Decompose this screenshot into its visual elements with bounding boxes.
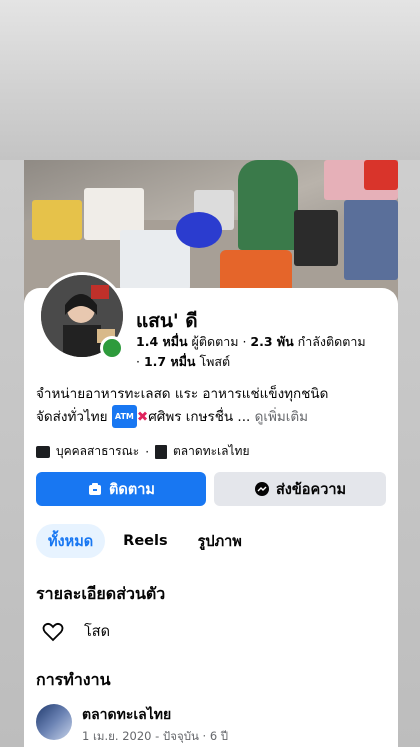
posts-label: โพสต์: [199, 354, 231, 369]
follow-icon: [89, 483, 102, 495]
message-label: ส่งข้อความ: [275, 481, 347, 498]
profile-bio: จำหน่ายอาหารทะเลสด แระ อาหารแช่แข็งทุกชน…: [36, 384, 388, 428]
work-company: ตลาดทะเลไทย: [82, 707, 172, 723]
work-title: การทำงาน: [36, 670, 111, 689]
relationship-status: โสด: [84, 624, 111, 640]
profile-card: แสน' ดี 1.4 หมื่น ผู้ติดตาม · 2.3 พัน กำ…: [24, 160, 398, 747]
follow-label: ติดตาม: [109, 481, 155, 498]
following-label[interactable]: กำลังติดตาม: [298, 334, 366, 349]
work-item[interactable]: ตลาดทะเลไทย 1 เม.ย. 2020 - ปัจจุบัน · 6 …: [36, 704, 228, 746]
tab-all[interactable]: ทั้งหมด: [36, 524, 106, 558]
atm-icon: ATM: [111, 405, 137, 428]
heart-outline-icon: [42, 622, 64, 641]
bio-line-2b: ศศิพร เกษรชื่น ...: [148, 409, 251, 425]
following-count[interactable]: 2.3 พัน: [250, 334, 293, 349]
building-icon: [155, 444, 168, 459]
meta-workplace[interactable]: ตลาดทะเลไทย: [173, 442, 249, 461]
public-figure-label: บุคคลสาธารณะ: [56, 444, 140, 458]
tab-reels[interactable]: Reels: [111, 524, 179, 558]
posts-count: 1.7 หมื่น: [143, 354, 196, 369]
followers-count[interactable]: 1.4 หมื่น: [136, 334, 188, 349]
followers-label[interactable]: ผู้ติดตาม: [192, 334, 239, 349]
tab-photos[interactable]: รูปภาพ: [186, 524, 254, 558]
online-status-dot: [100, 336, 124, 360]
background-blur: [0, 0, 420, 160]
cross-mark-icon: ✖: [136, 409, 149, 425]
video-icon: [36, 445, 50, 458]
profile-meta: บุคคลสาธารณะ · ตลาดทะเลไทย: [36, 442, 249, 461]
work-thumbnail: [36, 704, 72, 740]
messenger-icon: [254, 482, 269, 496]
work-period: 1 เม.ย. 2020 - ปัจจุบัน · 6 ปี: [82, 729, 229, 743]
bio-line-1: จำหน่ายอาหารทะเลสด แระ อาหารแช่แข็งทุกชน…: [36, 386, 329, 402]
relationship-row: โสด: [42, 620, 110, 643]
message-button[interactable]: ส่งข้อความ: [214, 472, 386, 506]
bio-line-2a: จัดส่งทั่วไทย: [36, 409, 108, 425]
follow-button[interactable]: ติดตาม: [36, 472, 206, 506]
profile-tabs: ทั้งหมด Reels รูปภาพ: [36, 524, 254, 558]
profile-stats: 1.4 หมื่น ผู้ติดตาม · 2.3 พัน กำลังติดตา…: [136, 334, 366, 369]
details-title: รายละเอียดส่วนตัว: [36, 584, 166, 603]
see-more-link[interactable]: ดูเพิ่มเติม: [255, 409, 308, 425]
